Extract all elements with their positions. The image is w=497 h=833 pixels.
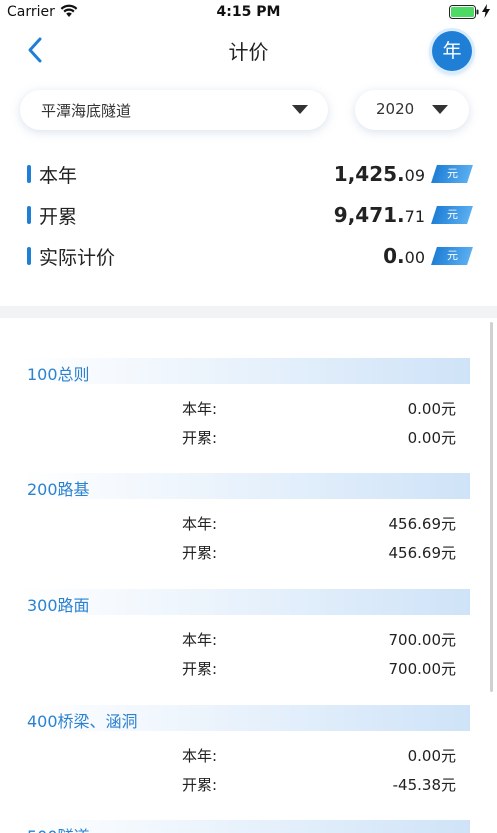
year-select[interactable]: 2020 — [355, 90, 469, 130]
year-toggle-button[interactable]: 年 — [432, 31, 472, 71]
summary-value: 9,471.71 — [334, 203, 425, 227]
charging-bolt-icon — [482, 4, 490, 18]
battery-icon — [449, 5, 479, 19]
section-title: 400桥梁、涵洞 — [27, 712, 138, 731]
summary-value-integer: 0. — [383, 244, 405, 268]
summary-label: 开累 — [39, 206, 78, 228]
detail-row: 本年: 456.69元 — [0, 511, 497, 533]
summary-row-cumulative: 开累 9,471.71 元 — [0, 200, 497, 230]
detail-label: 开累: — [182, 429, 218, 447]
detail-value: 700.00元 — [388, 631, 457, 649]
status-bar: Carrier 4:15 PM — [0, 0, 497, 26]
unit-badge: 元 — [431, 165, 473, 183]
summary-marker — [27, 247, 31, 265]
section-header-400[interactable]: 400桥梁、涵洞 — [20, 705, 470, 731]
unit-label: 元 — [446, 208, 458, 221]
section-header-100[interactable]: 100总则 — [20, 358, 470, 384]
detail-value: 0.00元 — [407, 429, 456, 447]
detail-row: 开累: 456.69元 — [0, 540, 497, 562]
detail-value: 456.69元 — [388, 544, 457, 562]
detail-label: 本年: — [182, 631, 218, 649]
summary-marker — [27, 206, 31, 224]
detail-row: 本年: 700.00元 — [0, 627, 497, 649]
detail-row: 开累: -45.38元 — [0, 772, 497, 794]
summary-row-actual-valuation: 实际计价 0.00 元 — [0, 241, 497, 271]
caret-down-icon — [432, 105, 448, 114]
summary-label: 实际计价 — [39, 247, 116, 269]
status-time: 4:15 PM — [216, 4, 281, 20]
detail-value: 0.00元 — [407, 400, 456, 418]
summary-value-integer: 1,425. — [333, 162, 405, 186]
summary-row-current-year: 本年 1,425.09 元 — [0, 159, 497, 189]
detail-label: 本年: — [182, 515, 218, 533]
detail-label: 开累: — [182, 776, 218, 794]
detail-row: 开累: 700.00元 — [0, 656, 497, 678]
summary-value-integer: 9,471. — [333, 203, 405, 227]
summary-value-decimal: 09 — [404, 166, 425, 185]
detail-row: 开累: 0.00元 — [0, 425, 497, 447]
summary-value: 1,425.09 — [334, 162, 425, 186]
summary-value-decimal: 00 — [404, 248, 425, 267]
summary-marker — [27, 165, 31, 183]
section-header-300[interactable]: 300路面 — [20, 589, 470, 615]
detail-row: 本年: 0.00元 — [0, 743, 497, 765]
detail-row: 本年: 0.00元 — [0, 396, 497, 418]
project-select-value: 平潭海底隧道 — [41, 102, 132, 120]
section-title: 500隧道 — [27, 823, 90, 833]
detail-value: 700.00元 — [388, 660, 457, 678]
summary-value: 0.00 — [383, 244, 425, 268]
page-title: 计价 — [228, 40, 269, 64]
detail-label: 本年: — [182, 747, 218, 765]
section-title: 100总则 — [27, 365, 90, 384]
section-title: 300路面 — [27, 596, 90, 615]
summary-value-decimal: 71 — [404, 207, 425, 226]
unit-badge: 元 — [431, 206, 473, 224]
caret-down-icon — [292, 105, 308, 114]
detail-value: 456.69元 — [388, 515, 457, 533]
detail-value: -45.38元 — [392, 776, 456, 794]
section-header-500[interactable]: 500隧道 — [20, 820, 470, 833]
unit-label: 元 — [446, 167, 458, 180]
navigation-bar: 计价 年 — [0, 26, 497, 76]
section-divider — [0, 306, 497, 318]
year-select-value: 2020 — [376, 100, 415, 118]
detail-label: 本年: — [182, 400, 218, 418]
unit-badge: 元 — [431, 247, 473, 265]
project-select[interactable]: 平潭海底隧道 — [20, 90, 328, 130]
section-title: 200路基 — [27, 480, 90, 499]
detail-value: 0.00元 — [407, 747, 456, 765]
section-header-200[interactable]: 200路基 — [20, 473, 470, 499]
detail-label: 开累: — [182, 660, 218, 678]
unit-label: 元 — [446, 249, 458, 262]
detail-label: 开累: — [182, 544, 218, 562]
summary-label: 本年 — [39, 165, 78, 187]
